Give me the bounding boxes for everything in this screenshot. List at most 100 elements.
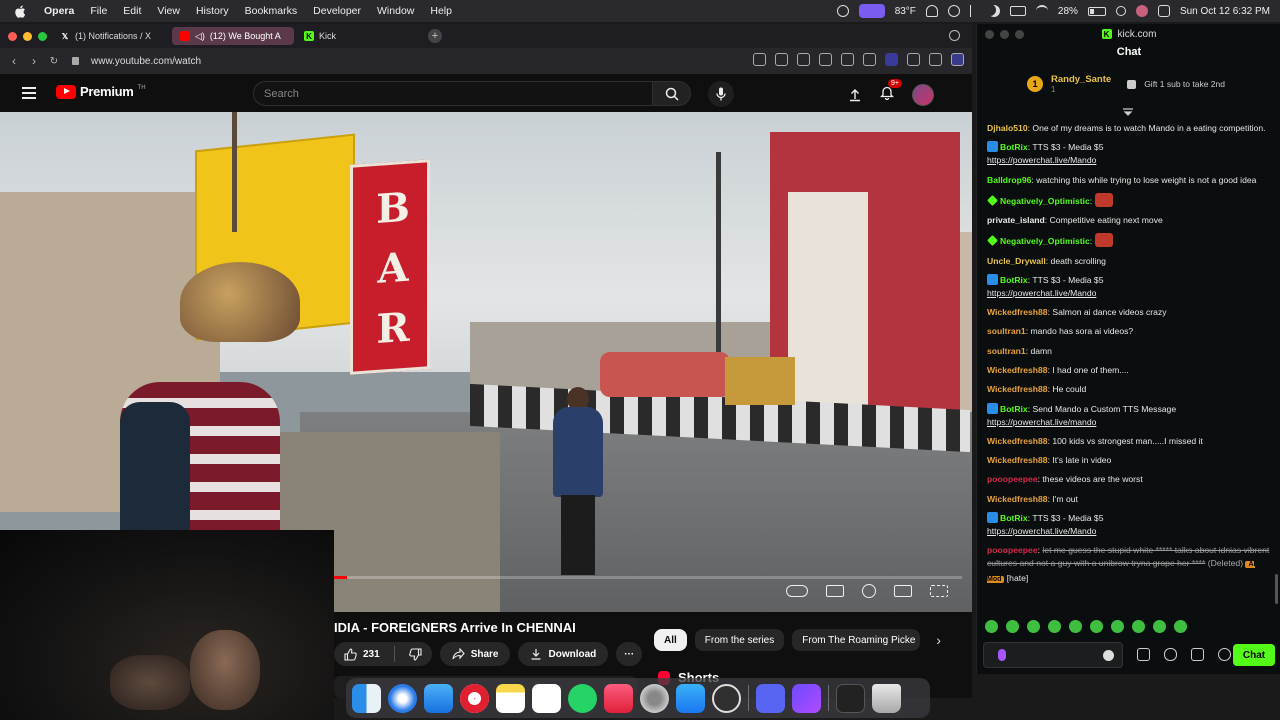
menu-help[interactable]: Help — [422, 5, 460, 17]
chip-from-series[interactable]: From the series — [694, 629, 785, 651]
chat-link[interactable]: https://powerchat.live/Mando — [987, 155, 1096, 165]
emote-icon[interactable] — [985, 620, 998, 633]
proton-mail-icon[interactable] — [792, 683, 821, 713]
gifter-name[interactable]: Randy_Sante — [1051, 74, 1111, 85]
fullscreen-icon[interactable] — [930, 585, 948, 597]
pinned-gifter[interactable]: 1 Randy_Sante 1 Gift 1 sub to take 2nd — [1027, 74, 1225, 94]
obs-icon[interactable] — [712, 683, 741, 713]
opera-icon[interactable] — [460, 683, 489, 713]
safari-icon[interactable] — [388, 683, 417, 713]
downloads-stack-icon[interactable] — [836, 683, 865, 713]
search-icon[interactable] — [1115, 6, 1126, 16]
chat-username[interactable]: pooopeepee — [987, 474, 1038, 484]
battery-icon[interactable] — [1087, 6, 1106, 16]
emote-icon[interactable] — [1048, 620, 1061, 633]
chat-username[interactable]: Djhalo510 — [987, 123, 1028, 133]
chevron-right-icon[interactable]: › — [936, 632, 941, 648]
vpn-icon[interactable] — [951, 53, 964, 66]
forward-arrow-icon[interactable] — [819, 53, 832, 66]
chat-username[interactable]: private_island — [987, 215, 1045, 225]
emote-icon[interactable] — [1153, 620, 1166, 633]
theater-mode-icon[interactable] — [894, 585, 912, 597]
chat-username[interactable]: Wickedfresh88 — [987, 494, 1048, 504]
tab-search-icon[interactable] — [949, 30, 960, 41]
collapse-icon[interactable] — [1122, 108, 1134, 116]
reminders-icon[interactable] — [532, 683, 561, 713]
download-icon[interactable] — [863, 53, 876, 66]
tab-youtube[interactable]: ◁) (12) We Bought A — [172, 27, 294, 45]
chat-username[interactable]: Wickedfresh88 — [987, 455, 1048, 465]
emote-icon[interactable] — [1006, 620, 1019, 633]
chip-all[interactable]: All — [654, 629, 687, 651]
minimize-window-button[interactable] — [1000, 30, 1009, 39]
menu-window[interactable]: Window — [369, 5, 422, 17]
menu-view[interactable]: View — [149, 5, 188, 17]
trash-icon[interactable] — [872, 683, 901, 713]
progress-bar[interactable] — [334, 576, 962, 579]
youtube-logo[interactable]: Premium TH — [56, 84, 146, 99]
keyboard-icon[interactable] — [1009, 6, 1026, 16]
captions-icon[interactable] — [826, 585, 844, 597]
heart-icon[interactable] — [841, 53, 854, 66]
send-chat-button[interactable]: Chat — [1233, 644, 1275, 666]
notifications-button[interactable]: 9+ — [879, 79, 902, 105]
mail-icon[interactable] — [424, 683, 453, 713]
camera-icon[interactable] — [775, 53, 788, 66]
moon-icon[interactable] — [988, 5, 1000, 17]
share-page-icon[interactable] — [753, 53, 766, 66]
menu-bookmarks[interactable]: Bookmarks — [237, 5, 306, 17]
system-settings-icon[interactable] — [640, 683, 669, 713]
control-center-icon[interactable] — [1157, 5, 1170, 17]
shield-icon[interactable] — [797, 53, 810, 66]
user-avatar-icon[interactable] — [1135, 5, 1148, 17]
upload-icon[interactable] — [848, 88, 862, 102]
chat-link[interactable]: https://powerchat.live/Mando — [987, 526, 1096, 536]
chat-username[interactable]: Wickedfresh88 — [987, 436, 1048, 446]
play-icon[interactable] — [947, 5, 960, 17]
chat-username[interactable]: Negatively_Optimistic — [1000, 196, 1090, 206]
chat-username[interactable]: pooopeepee — [987, 545, 1038, 555]
zoom-window-button[interactable] — [1015, 30, 1024, 39]
link-icon[interactable] — [1164, 648, 1177, 661]
forward-icon[interactable]: › — [24, 54, 44, 68]
notes-icon[interactable] — [496, 683, 525, 713]
mic-icon[interactable] — [998, 649, 1006, 661]
search-input[interactable]: Search — [253, 81, 653, 106]
emote-icon[interactable] — [1174, 620, 1187, 633]
chat-link[interactable]: https://powerchat.live/Mando — [987, 288, 1096, 298]
emote-icon[interactable] — [1111, 620, 1124, 633]
menu-app-name[interactable]: Opera — [36, 5, 82, 17]
menu-developer[interactable]: Developer — [305, 5, 369, 17]
chat-username[interactable]: Wickedfresh88 — [987, 307, 1048, 317]
tab-notifications-x[interactable]: 𝕏 (1) Notifications / X — [52, 27, 170, 45]
calendar-icon[interactable] — [1191, 648, 1204, 661]
minimize-window-button[interactable] — [23, 31, 32, 41]
settings-gear-icon[interactable] — [1218, 648, 1231, 661]
music-icon[interactable] — [604, 683, 633, 713]
account-avatar[interactable] — [912, 84, 934, 106]
profile-icon[interactable] — [929, 53, 942, 66]
discord-icon[interactable] — [756, 683, 785, 713]
download-button[interactable]: Download — [518, 642, 609, 666]
apple-icon[interactable] — [12, 3, 28, 19]
more-actions-button[interactable]: ··· — [616, 642, 643, 666]
share-button[interactable]: Share — [439, 642, 511, 666]
app-store-icon[interactable] — [676, 683, 705, 713]
chat-username[interactable]: Uncle_Drywall — [987, 256, 1046, 266]
close-window-button[interactable] — [985, 30, 994, 39]
emote-icon[interactable] — [1027, 620, 1040, 633]
control-icon[interactable] — [836, 5, 849, 17]
chat-username[interactable]: soultran1 — [987, 326, 1026, 336]
dislike-icon[interactable] — [408, 647, 422, 661]
wifi-icon[interactable] — [1035, 5, 1048, 17]
users-icon[interactable] — [1137, 648, 1150, 661]
chat-username[interactable]: BotRix — [1000, 404, 1028, 414]
finder-icon[interactable] — [352, 683, 381, 713]
weather-text[interactable]: 83°F — [895, 6, 916, 17]
chip-roaming-picker[interactable]: From The Roaming Picke — [792, 629, 921, 651]
chat-username[interactable]: Wickedfresh88 — [987, 365, 1048, 375]
chat-username[interactable]: Negatively_Optimistic — [1000, 236, 1090, 246]
emote-icon[interactable] — [1069, 620, 1082, 633]
url-field[interactable]: www.youtube.com/watch — [91, 56, 201, 67]
like-count[interactable]: 231 — [363, 649, 380, 660]
